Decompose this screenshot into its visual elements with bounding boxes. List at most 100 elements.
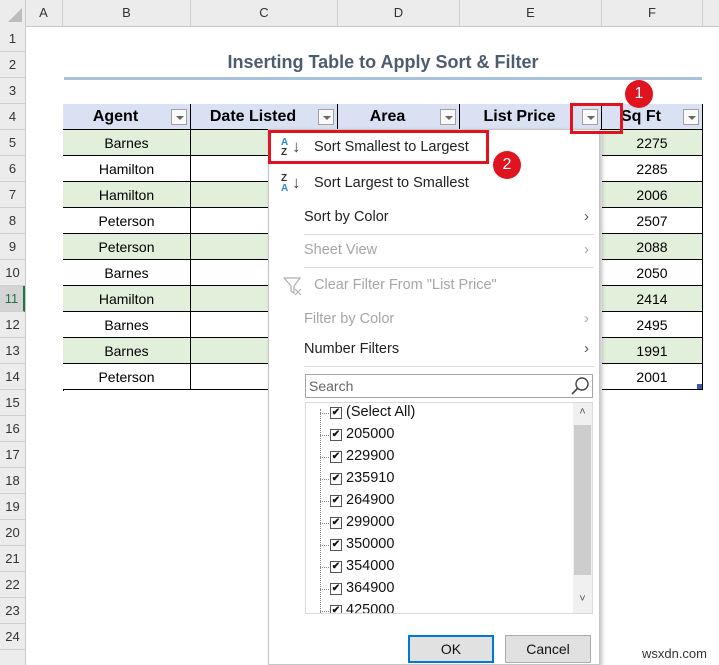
row-header-16[interactable]: 16 — [0, 416, 25, 442]
scroll-up-icon[interactable]: ˄ — [573, 406, 592, 418]
cell-sq-ft[interactable]: 2285 — [602, 156, 703, 182]
cell-sq-ft[interactable]: 2088 — [602, 234, 703, 260]
column-header-f[interactable]: F — [602, 0, 703, 26]
filter-dropdown-button[interactable] — [683, 109, 699, 125]
filter-value-label: 354000 — [346, 558, 395, 574]
watermark: wsxdn.com — [641, 646, 707, 661]
row-header-13[interactable]: 13 — [0, 338, 25, 364]
row-header-19[interactable]: 19 — [0, 494, 25, 520]
table-resize-handle[interactable] — [697, 384, 702, 389]
row-header-2[interactable]: 2 — [0, 52, 25, 78]
cell-sq-ft[interactable]: 1991 — [602, 338, 703, 364]
filter-values-list: ✔ (Select All) ✔ 205000 ✔ 229900 ✔ 235910 ✔ 26490… — [305, 402, 593, 614]
filter-dropdown-button[interactable] — [171, 109, 187, 125]
ok-button[interactable]: OK — [408, 635, 494, 663]
checkbox-checked-icon[interactable]: ✔ — [330, 473, 342, 485]
checkbox-checked-icon[interactable]: ✔ — [330, 429, 342, 441]
cell-sq-ft[interactable]: 2495 — [602, 312, 703, 338]
cell-agent[interactable]: Hamilton — [63, 182, 191, 208]
checkbox-checked-icon[interactable]: ✔ — [330, 583, 342, 595]
scroll-down-icon[interactable]: ˅ — [573, 593, 592, 605]
tree-line — [320, 501, 329, 502]
row-header-24[interactable]: 24 — [0, 624, 25, 650]
checkbox-checked-icon[interactable]: ✔ — [330, 495, 342, 507]
select-all-corner[interactable] — [0, 0, 26, 26]
row-header-10[interactable]: 10 — [0, 260, 25, 286]
cell-agent[interactable]: Barnes — [63, 312, 191, 338]
clear-filter-icon — [283, 277, 302, 296]
cell-agent[interactable]: Hamilton — [63, 286, 191, 312]
row-header-23[interactable]: 23 — [0, 598, 25, 624]
search-placeholder: Search — [309, 378, 354, 394]
list-scrollbar[interactable]: ˄ ˅ — [573, 403, 592, 613]
row-header-5[interactable]: 5 — [0, 130, 25, 156]
submenu-arrow-icon: › — [584, 241, 589, 258]
sorted-filter-button-icon[interactable] — [440, 109, 456, 125]
select-all-triangle-icon — [8, 8, 22, 22]
scrollbar-thumb[interactable] — [574, 425, 591, 575]
submenu-arrow-icon: › — [584, 310, 589, 327]
column-header-b[interactable]: B — [63, 0, 191, 26]
row-header-1[interactable]: 1 — [0, 26, 25, 52]
cell-agent[interactable]: Barnes — [63, 130, 191, 156]
cell-agent[interactable]: Hamilton — [63, 156, 191, 182]
row-header-7[interactable]: 7 — [0, 182, 25, 208]
filter-value-label: 264900 — [346, 492, 395, 508]
filter-value-label: 229900 — [346, 448, 395, 464]
checkbox-checked-icon[interactable]: ✔ — [330, 605, 342, 613]
row-header-22[interactable]: 22 — [0, 572, 25, 598]
filter-dropdown-menu: A Z ↓ Sort Smallest to Largest Z A ↓ Sort La… — [268, 129, 600, 665]
cell-sq-ft[interactable]: 2050 — [602, 260, 703, 286]
row-header-20[interactable]: 20 — [0, 520, 25, 546]
row-header-3[interactable]: 3 — [0, 78, 25, 104]
row-header-6[interactable]: 6 — [0, 156, 25, 182]
table-header-agent: Agent — [63, 104, 191, 130]
submenu-arrow-icon: › — [584, 208, 589, 225]
cell-agent[interactable]: Peterson — [63, 364, 191, 390]
row-header-15[interactable]: 15 — [0, 390, 25, 416]
checkbox-checked-icon[interactable]: ✔ — [330, 561, 342, 573]
column-header-c[interactable]: C — [191, 0, 338, 26]
cell-agent[interactable]: Barnes — [63, 338, 191, 364]
tree-line — [320, 435, 329, 436]
row-header-12[interactable]: 12 — [0, 312, 25, 338]
annotation-step-1-badge: 1 — [625, 80, 653, 108]
filter-search-input[interactable]: Search — [305, 374, 593, 398]
annotation-step-2-badge: 2 — [493, 151, 521, 179]
row-header-18[interactable]: 18 — [0, 468, 25, 494]
cell-sq-ft[interactable]: 2414 — [602, 286, 703, 312]
menu-item-number-filters[interactable]: Number Filters › — [269, 335, 599, 365]
row-header-8[interactable]: 8 — [0, 208, 25, 234]
menu-separator — [304, 234, 594, 235]
menu-item-filter-by-color: Filter by Color › — [304, 310, 589, 327]
checkbox-checked-icon[interactable]: ✔ — [330, 451, 342, 463]
filter-dropdown-button[interactable] — [318, 109, 334, 125]
checkbox-checked-icon[interactable]: ✔ — [330, 539, 342, 551]
row-header-17[interactable]: 17 — [0, 442, 25, 468]
cell-sq-ft[interactable]: 2507 — [602, 208, 703, 234]
row-header-14[interactable]: 14 — [0, 364, 25, 390]
filter-value-label: 299000 — [346, 514, 395, 530]
row-header-11[interactable]: 11 — [0, 286, 25, 312]
column-header-e[interactable]: E — [460, 0, 602, 26]
checkbox-checked-icon[interactable]: ✔ — [330, 407, 342, 419]
column-header-a[interactable]: A — [25, 0, 63, 26]
filter-value-label: 364900 — [346, 580, 395, 596]
cell-agent[interactable]: Peterson — [63, 234, 191, 260]
cell-agent[interactable]: Peterson — [63, 208, 191, 234]
checkbox-checked-icon[interactable]: ✔ — [330, 517, 342, 529]
cell-agent[interactable]: Barnes — [63, 260, 191, 286]
column-header-d[interactable]: D — [338, 0, 460, 26]
row-header-4[interactable]: 4 — [0, 104, 25, 130]
row-header-21[interactable]: 21 — [0, 546, 25, 572]
menu-item-sort-by-color[interactable]: Sort by Color › — [269, 203, 599, 233]
search-icon — [571, 377, 589, 395]
cell-sq-ft[interactable]: 2006 — [602, 182, 703, 208]
row-header-9[interactable]: 9 — [0, 234, 25, 260]
table-header-area: Area — [338, 104, 460, 130]
menu-item-sort-largest-to-smallest[interactable]: Z A ↓ Sort Largest to Smallest — [269, 169, 599, 199]
filter-value-label: 235910 — [346, 470, 395, 486]
cancel-button[interactable]: Cancel — [505, 635, 591, 663]
cell-sq-ft[interactable]: 2001 — [602, 364, 703, 390]
menu-separator — [304, 366, 594, 367]
